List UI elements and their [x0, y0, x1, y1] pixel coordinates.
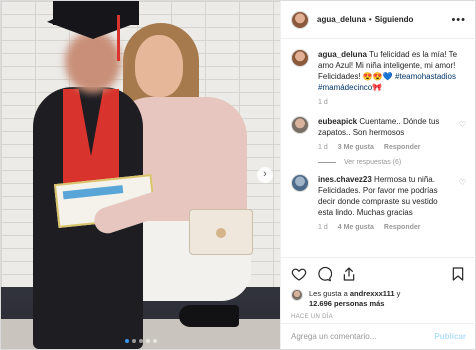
comment: eubeapick Cuentame.. Dónde tus zapatos..…	[291, 116, 466, 153]
avatar[interactable]	[291, 174, 309, 192]
carousel-dot	[131, 339, 136, 343]
reply-button[interactable]: Responder	[384, 142, 421, 153]
likes-middle: y	[394, 289, 401, 298]
bookmark-icon[interactable]	[450, 266, 466, 282]
comment-time: 1 d	[318, 144, 328, 151]
heart-icon[interactable]: ♡	[459, 178, 466, 187]
avatar[interactable]	[291, 116, 309, 134]
likes-user[interactable]: andrexxx111	[350, 289, 395, 298]
instagram-post: › agua_deluna • Siguiendo ••• agua_delun…	[0, 0, 476, 350]
avatar[interactable]	[291, 289, 303, 301]
post-header: agua_deluna • Siguiendo •••	[281, 1, 476, 39]
likes-prefix: Les gusta a	[309, 289, 350, 298]
post-photo[interactable]: ›	[1, 1, 280, 349]
more-dots-icon[interactable]: •••	[451, 14, 466, 26]
comments-list: agua_deluna Tu felicidad es la mía! Te a…	[281, 39, 476, 233]
next-arrow-icon[interactable]: ›	[257, 167, 273, 183]
diploma-band	[62, 185, 124, 200]
comment-likes[interactable]: 4 Me gusta	[338, 222, 374, 233]
carousel-dots	[1, 339, 280, 343]
carousel-dot	[152, 339, 157, 343]
post-side-panel: agua_deluna • Siguiendo ••• agua_deluna …	[280, 1, 476, 349]
like-heart-icon[interactable]	[291, 266, 307, 282]
caption: agua_deluna Tu felicidad es la mía! Te a…	[291, 49, 466, 108]
add-comment-bar: Agrega un comentario... Publicar	[281, 323, 476, 349]
action-icons	[291, 264, 466, 284]
reply-button[interactable]: Responder	[384, 222, 421, 233]
carousel-dot	[145, 339, 150, 343]
comment-username[interactable]: eubeapick	[318, 117, 357, 126]
comment-time: 1 d	[318, 224, 328, 231]
heart-icon[interactable]: ♡	[459, 120, 466, 129]
comment-likes[interactable]: 3 Me gusta	[338, 142, 374, 153]
comment-input[interactable]: Agrega un comentario...	[291, 332, 376, 341]
carousel-dot	[124, 339, 129, 343]
woman-face	[135, 35, 183, 97]
handbag	[189, 209, 253, 255]
post-actions: Les gusta a andrexxx111 y 12.696 persona…	[281, 257, 476, 320]
shoe	[179, 305, 239, 327]
follow-status[interactable]: Siguiendo	[375, 15, 414, 24]
carousel-dot	[138, 339, 143, 343]
caption-time: 1 d	[318, 99, 328, 106]
view-replies-label[interactable]: Ver respuestas (6)	[344, 159, 401, 166]
child-face-blurred	[65, 31, 121, 93]
avatar[interactable]	[291, 49, 309, 67]
caption-username[interactable]: agua_deluna	[318, 50, 367, 59]
likes-count[interactable]: 12.696 personas más	[309, 299, 384, 308]
replies-line	[318, 162, 336, 163]
avatar[interactable]	[291, 10, 309, 29]
comment: ines.chavez23 Hermosa tu niña. Felicidad…	[291, 174, 466, 233]
comment-username[interactable]: ines.chavez23	[318, 175, 372, 184]
handbag-clasp	[216, 228, 226, 238]
separator: •	[368, 15, 372, 24]
cap-tassel	[117, 15, 120, 61]
share-icon[interactable]	[341, 266, 357, 282]
header-username[interactable]: agua_deluna	[317, 15, 366, 24]
likes-summary: Les gusta a andrexxx111 y 12.696 persona…	[291, 289, 466, 309]
comment-bubble-icon[interactable]	[316, 266, 332, 282]
publish-button[interactable]: Publicar	[434, 332, 466, 341]
post-time[interactable]: HACE UN DÍA	[291, 314, 466, 320]
view-replies[interactable]: Ver respuestas (6)	[318, 159, 466, 166]
